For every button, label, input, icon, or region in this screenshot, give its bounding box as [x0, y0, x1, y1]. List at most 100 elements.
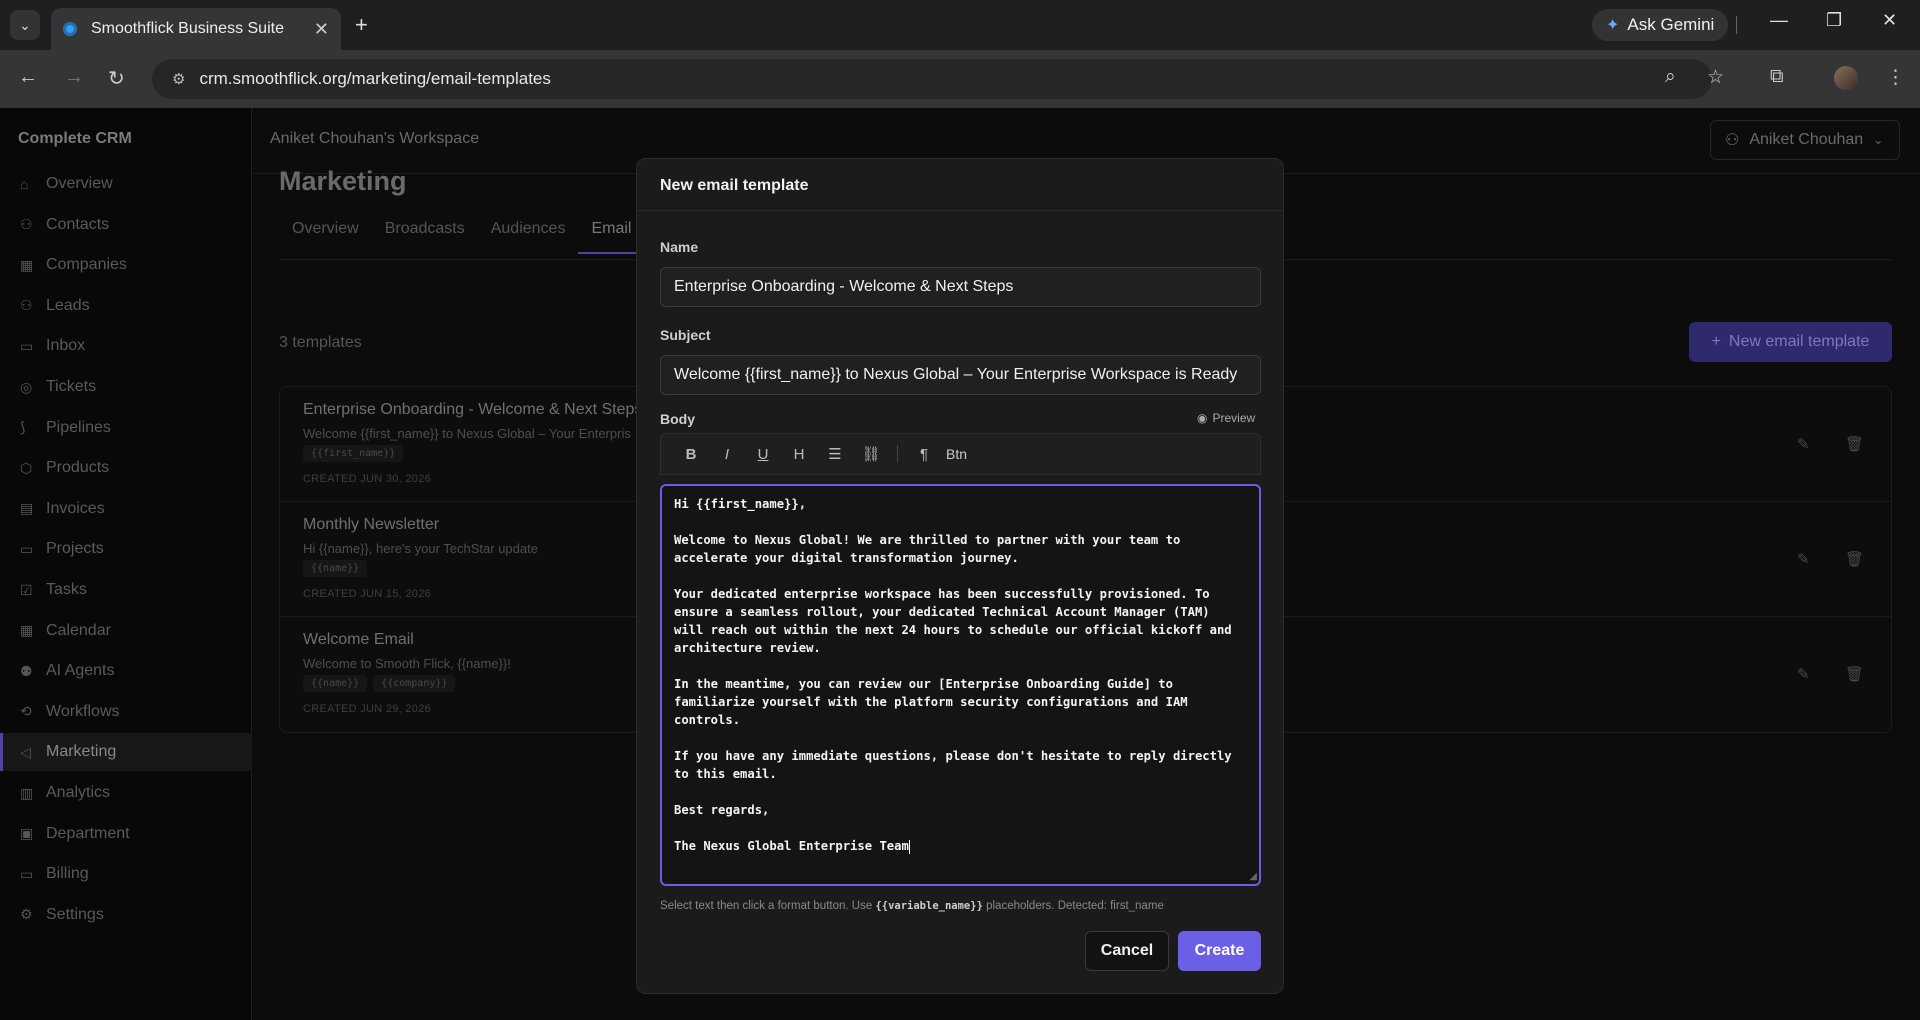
user-menu-button[interactable]: ⚇ Aniket Chouhan ⌄	[1710, 120, 1900, 160]
template-date: CREATED JUN 30, 2026	[303, 473, 432, 485]
italic-icon[interactable]: I	[709, 446, 745, 463]
editor-hint: Select text then click a format button. …	[660, 900, 1164, 912]
sidebar-item-label: Overview	[46, 175, 113, 192]
insert-button-tool[interactable]: Btn	[946, 446, 967, 462]
sidebar-item-overview[interactable]: ⌂ Overview	[0, 165, 252, 203]
body-line	[674, 729, 1247, 747]
gear-icon: ⚙	[20, 906, 33, 923]
close-window-icon[interactable]: ✕	[1882, 10, 1897, 31]
forward-arrow-icon[interactable]: →	[64, 66, 84, 89]
preview-label: Preview	[1212, 411, 1256, 425]
template-title: Enterprise Onboarding - Welcome & Next S…	[303, 401, 643, 418]
sidebar-item-leads[interactable]: ⚇ Leads	[0, 287, 252, 325]
tab-broadcasts[interactable]: Broadcasts	[372, 220, 478, 254]
body-line: Your dedicated enterprise workspace has …	[674, 587, 1210, 601]
tab-title: Smoothflick Business Suite	[91, 20, 284, 37]
back-arrow-icon[interactable]: ←	[18, 66, 38, 89]
invoice-icon: ▤	[20, 500, 34, 517]
hint-text-after: placeholders. Detected: first_name	[986, 900, 1164, 912]
sidebar-item-ai-agents[interactable]: ⚉ AI Agents	[0, 652, 252, 690]
body-editor[interactable]: Hi {{first_name}}, Welcome to Nexus Globa…	[660, 484, 1261, 886]
bold-icon[interactable]: B	[673, 446, 709, 463]
underline-icon[interactable]: U	[745, 446, 781, 463]
tab-audiences[interactable]: Audiences	[478, 220, 579, 254]
hint-text-before: Select text then click a format button. …	[660, 900, 873, 912]
paragraph-icon[interactable]: ¶	[906, 446, 942, 463]
pencil-icon[interactable]: ✎	[1797, 665, 1810, 683]
ask-gemini-button[interactable]: ✦ Ask Gemini	[1592, 9, 1729, 41]
variable-tag: {{company}}	[373, 675, 456, 692]
bookmark-star-icon[interactable]: ☆	[1707, 66, 1724, 89]
profile-avatar[interactable]	[1834, 66, 1858, 90]
body-line: The Nexus Global Enterprise Team	[674, 839, 910, 854]
body-line: will reach out within the next 24 hours …	[674, 623, 1232, 637]
name-label: Name	[660, 239, 699, 255]
sidebar-item-label: Analytics	[46, 784, 111, 801]
preview-toggle[interactable]: ◉ Preview	[1197, 411, 1255, 425]
sidebar-item-products[interactable]: ⬡ Products	[0, 449, 252, 487]
sidebar-item-inbox[interactable]: ▭ Inbox	[0, 327, 252, 365]
sidebar-item-contacts[interactable]: ⚇ Contacts	[0, 206, 252, 244]
sidebar-item-billing[interactable]: ▭ Billing	[0, 855, 252, 893]
sidebar-item-projects[interactable]: ▭ Projects	[0, 530, 252, 568]
sidebar-item-label: Department	[46, 824, 130, 842]
sidebar-item-tasks[interactable]: ☑ Tasks	[0, 571, 252, 609]
sidebar-item-companies[interactable]: ▦ Companies	[0, 246, 252, 284]
zoom-icon[interactable]: ⌕	[1665, 66, 1676, 88]
tab-close-icon[interactable]: ✕	[314, 19, 329, 40]
url-bar[interactable]: ⚙ crm.smoothflick.org/marketing/email-te…	[152, 59, 1712, 99]
sidebar-item-settings[interactable]: ⚙ Settings	[0, 896, 252, 934]
body-line: Hi {{first_name}},	[674, 497, 807, 511]
extensions-puzzle-icon[interactable]: ⧉	[1770, 66, 1784, 88]
dialog-title: New email template	[637, 159, 1283, 211]
new-tab-plus-icon[interactable]: +	[355, 12, 368, 38]
template-subject: Welcome to Smooth Flick, {{name}}!	[303, 656, 511, 671]
tab-email[interactable]: Email	[578, 220, 645, 254]
sidebar-item-label: Products	[46, 459, 110, 477]
tab-search-chevron-icon[interactable]: ⌄	[10, 10, 40, 40]
tab-overview[interactable]: Overview	[279, 220, 372, 254]
bullet-list-icon[interactable]: ☰	[817, 445, 853, 463]
trash-icon[interactable]: 🗑	[1845, 550, 1864, 568]
sidebar-item-tickets[interactable]: ◎ Tickets	[0, 368, 252, 406]
sidebar-item-label: AI Agents	[46, 662, 115, 680]
pipeline-icon: ⟆	[20, 419, 26, 436]
browser-tab[interactable]: Smoothflick Business Suite ✕	[51, 8, 341, 50]
heading-icon[interactable]: H	[781, 446, 817, 463]
sidebar-item-label: Calendar	[46, 621, 111, 639]
resize-handle-icon[interactable]: ◢	[1249, 871, 1257, 882]
subject-input[interactable]: Welcome {{first_name}} to Nexus Global –…	[660, 355, 1261, 395]
sidebar-item-label: Pipelines	[46, 418, 111, 436]
trash-icon[interactable]: 🗑	[1845, 665, 1864, 683]
site-info-icon[interactable]: ⚙	[172, 70, 185, 88]
link-icon[interactable]: ⛓	[853, 445, 889, 463]
sidebar-item-label: Inbox	[46, 337, 86, 355]
sidebar-item-workflows[interactable]: ⟲ Workflows	[0, 693, 252, 731]
sidebar-item-calendar[interactable]: ▦ Calendar	[0, 612, 252, 650]
restore-icon[interactable]: ❐	[1826, 10, 1842, 31]
sidebar-item-marketing[interactable]: ◁ Marketing	[0, 733, 252, 772]
card-icon: ▭	[20, 865, 34, 882]
trash-icon[interactable]: 🗑	[1845, 435, 1864, 453]
pencil-icon[interactable]: ✎	[1797, 435, 1810, 453]
minimize-icon[interactable]: —	[1770, 10, 1788, 31]
create-button[interactable]: Create	[1178, 931, 1261, 971]
sidebar-item-invoices[interactable]: ▤ Invoices	[0, 490, 252, 528]
template-subject: Welcome {{first_name}} to Nexus Global –…	[303, 426, 631, 441]
sidebar-item-pipelines[interactable]: ⟆ Pipelines	[0, 409, 252, 447]
pencil-icon[interactable]: ✎	[1797, 550, 1810, 568]
sidebar-item-analytics[interactable]: ▥ Analytics	[0, 774, 252, 812]
sidebar: Complete CRM ⌂ Overview ⚇ Contacts ▦ Companie…	[0, 108, 252, 1020]
template-date: CREATED JUN 15, 2026	[303, 588, 432, 600]
lifebuoy-icon: ◎	[20, 378, 33, 395]
reload-icon[interactable]: ↻	[108, 66, 125, 91]
sidebar-item-department[interactable]: ▣ Department	[0, 815, 252, 853]
browser-menu-icon[interactable]: ⋮	[1886, 66, 1905, 89]
name-input[interactable]: Enterprise Onboarding - Welcome & Next S…	[660, 267, 1261, 307]
chevron-down-icon: ⌄	[1873, 133, 1884, 147]
cancel-button[interactable]: Cancel	[1085, 931, 1169, 971]
new-email-template-label: New email template	[1728, 333, 1870, 350]
new-email-template-button[interactable]: + New email template	[1689, 322, 1892, 362]
browser-tab-strip: ⌄ Smoothflick Business Suite ✕ + ✦ Ask G…	[0, 0, 1920, 50]
megaphone-icon: ◁	[20, 743, 31, 760]
